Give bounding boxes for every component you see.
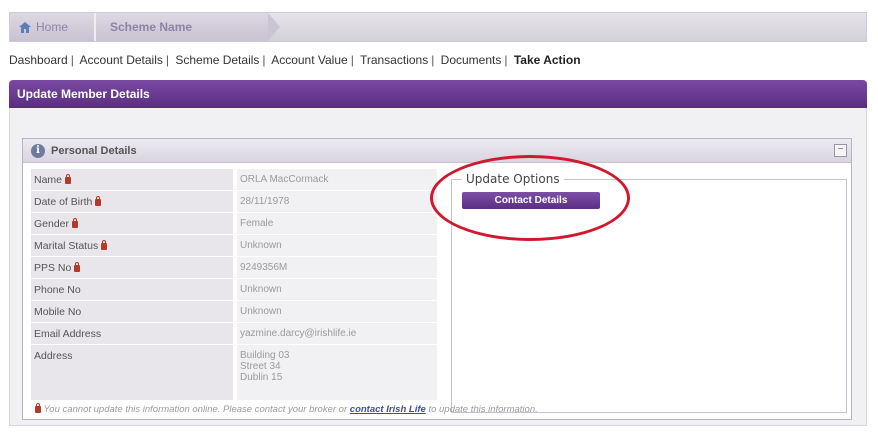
- panel-header: i Personal Details −: [23, 139, 851, 163]
- detail-row: Phone No Unknown: [31, 279, 437, 301]
- breadcrumb-home[interactable]: Home: [19, 20, 68, 34]
- nav-account-details[interactable]: Account Details: [80, 53, 163, 67]
- nav-documents[interactable]: Documents: [441, 53, 502, 67]
- nav-separator: |: [504, 53, 508, 67]
- panel-title: Personal Details: [51, 145, 137, 157]
- nav-scheme-details[interactable]: Scheme Details: [175, 53, 259, 67]
- breadcrumb: Home Scheme Name: [9, 12, 867, 42]
- detail-label: Marital Status: [31, 235, 233, 256]
- detail-value: 9249356M: [237, 257, 437, 278]
- contact-irish-life-link[interactable]: contact Irish Life: [350, 404, 426, 415]
- lock-icon: [101, 240, 108, 250]
- lock-icon: [72, 218, 79, 228]
- detail-label: PPS No: [31, 257, 233, 278]
- address-line: Street 34: [240, 361, 281, 372]
- breadcrumb-scheme[interactable]: Scheme Name: [110, 20, 192, 34]
- breadcrumb-arrow: [268, 13, 280, 41]
- nav-dashboard[interactable]: Dashboard: [9, 53, 68, 67]
- info-icon: i: [31, 144, 45, 158]
- nav-account-value[interactable]: Account Value: [271, 53, 348, 67]
- detail-label: Address: [31, 345, 233, 400]
- breadcrumb-divider: [94, 13, 96, 41]
- nav-take-action[interactable]: Take Action: [514, 53, 581, 67]
- detail-value: Unknown: [237, 235, 437, 256]
- detail-value: Unknown: [237, 301, 437, 322]
- detail-label: Mobile No: [31, 301, 233, 322]
- detail-row: Name ORLA MacCormack: [31, 169, 437, 191]
- footnote-text: You cannot update this information onlin…: [43, 404, 348, 415]
- detail-row: Email Address yazmine.darcy@irishlife.ie: [31, 323, 437, 345]
- detail-label: Gender: [31, 213, 233, 234]
- detail-value: 28/11/1978: [237, 191, 437, 212]
- nav-separator: |: [431, 53, 435, 67]
- detail-label: Date of Birth: [31, 191, 233, 212]
- home-icon: [19, 21, 31, 33]
- collapse-button[interactable]: −: [834, 144, 847, 157]
- address-line: Dublin 15: [240, 372, 283, 383]
- personal-details-panel: i Personal Details − Name ORLA MacCormac…: [22, 138, 852, 420]
- lock-icon: [74, 262, 81, 272]
- detail-value: yazmine.darcy@irishlife.ie: [237, 323, 437, 344]
- detail-row: Gender Female: [31, 213, 437, 235]
- detail-value: ORLA MacCormack: [237, 169, 437, 190]
- detail-label: Phone No: [31, 279, 233, 300]
- detail-label: Email Address: [31, 323, 233, 344]
- address-value: Building 03 Street 34 Dublin 15: [237, 345, 437, 400]
- nav-separator: |: [350, 53, 354, 67]
- address-line: Building 03: [240, 350, 290, 361]
- lock-icon: [65, 174, 72, 184]
- footnote-suffix: to update this information.: [428, 404, 538, 415]
- details-list: Name ORLA MacCormack Date of Birth 28/11…: [31, 169, 437, 401]
- update-options-legend: Update Options: [462, 172, 564, 186]
- lock-icon: [35, 403, 41, 413]
- lock-icon: [95, 196, 102, 206]
- detail-row: Date of Birth 28/11/1978: [31, 191, 437, 213]
- contact-details-button[interactable]: Contact Details: [462, 192, 600, 209]
- detail-value: Unknown: [237, 279, 437, 300]
- update-options-fieldset: Update Options Contact Details: [451, 172, 847, 413]
- nav-separator: |: [165, 53, 170, 67]
- detail-row: Marital Status Unknown: [31, 235, 437, 257]
- detail-row: Mobile No Unknown: [31, 301, 437, 323]
- top-nav: Dashboard | Account Details | Scheme Detai…: [9, 53, 581, 67]
- nav-separator: |: [70, 53, 74, 67]
- detail-value: Female: [237, 213, 437, 234]
- nav-separator: |: [262, 53, 266, 67]
- detail-row: PPS No 9249356M: [31, 257, 437, 279]
- section-header: Update Member Details: [9, 80, 867, 108]
- nav-transactions[interactable]: Transactions: [360, 53, 428, 67]
- detail-row-address: Address Building 03 Street 34 Dublin 15: [31, 345, 437, 401]
- section-title: Update Member Details: [17, 87, 150, 101]
- footnote: You cannot update this information onlin…: [32, 403, 538, 415]
- breadcrumb-home-label: Home: [36, 20, 69, 34]
- detail-label: Name: [31, 169, 233, 190]
